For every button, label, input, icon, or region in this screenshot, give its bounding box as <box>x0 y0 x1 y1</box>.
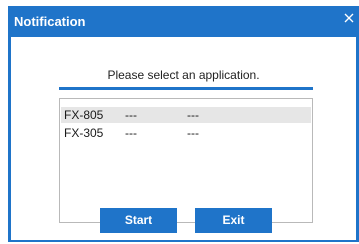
list-item[interactable]: FX-305 --- --- <box>61 125 311 141</box>
start-button[interactable]: Start <box>100 208 177 233</box>
application-name: FX-805 <box>64 108 104 122</box>
list-item[interactable]: FX-805 --- --- <box>61 107 311 123</box>
application-detail: --- <box>125 108 137 122</box>
application-detail: --- <box>125 126 137 140</box>
dialog-title: Notification <box>14 14 86 29</box>
background-mark <box>0 128 4 132</box>
exit-button[interactable]: Exit <box>195 208 272 233</box>
prompt-text: Please select an application. <box>107 68 260 82</box>
application-detail: --- <box>187 108 199 122</box>
dialog-titlebar[interactable]: Notification <box>8 6 359 37</box>
prompt-divider <box>59 87 313 90</box>
screen: Notification Please select an applicatio… <box>0 0 359 244</box>
close-icon-glyph <box>344 13 354 23</box>
application-list[interactable]: FX-805 --- --- FX-305 --- --- <box>59 98 313 223</box>
application-detail: --- <box>187 126 199 140</box>
notification-dialog: Notification Please select an applicatio… <box>8 6 359 242</box>
close-icon[interactable] <box>341 10 357 26</box>
application-name: FX-305 <box>64 126 104 140</box>
dialog-body: Please select an application. FX-805 ---… <box>11 37 356 240</box>
